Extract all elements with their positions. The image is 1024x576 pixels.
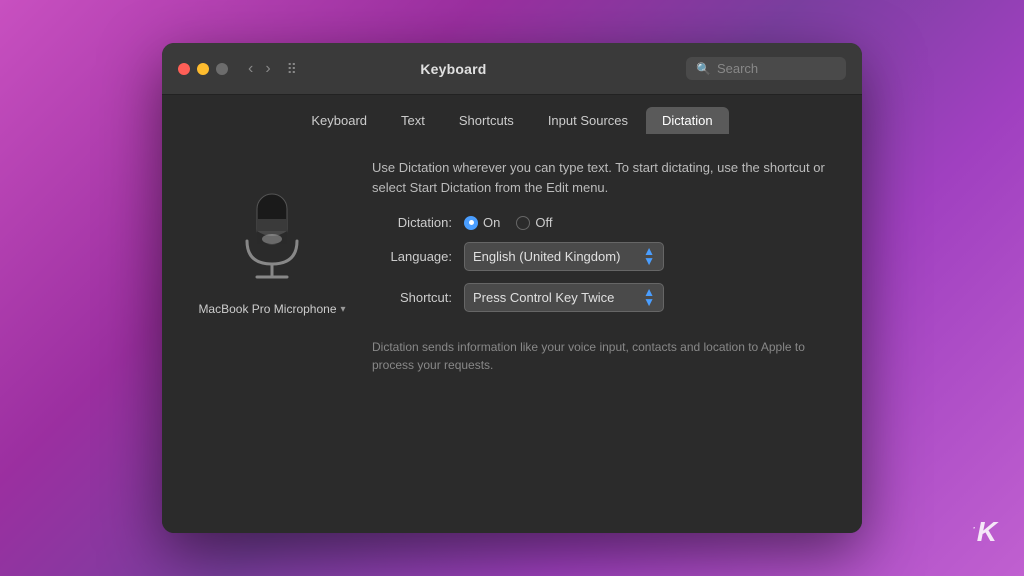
right-panel: Use Dictation wherever you can type text… (372, 154, 832, 513)
shortcut-dropdown[interactable]: Press Control Key Twice ▲ ▼ (464, 283, 664, 312)
dictation-off-option[interactable]: Off (516, 215, 552, 230)
keyboard-preferences-window: ‹ › ⠿ Keyboard 🔍 Search Keyboard Text Sh… (162, 43, 862, 533)
chevron-down-icon: ▾ (341, 304, 346, 315)
radio-on-dot (469, 220, 474, 225)
content-area: MacBook Pro Microphone ▾ Use Dictation w… (162, 134, 862, 533)
minimize-button[interactable] (197, 63, 209, 75)
language-label: Language: (372, 249, 452, 264)
tab-text[interactable]: Text (385, 107, 441, 134)
microphone-visual (227, 184, 317, 294)
shortcut-row: Shortcut: Press Control Key Twice ▲ ▼ (372, 283, 832, 312)
microphone-icon (237, 189, 307, 289)
shortcut-label: Shortcut: (372, 290, 452, 305)
settings-rows: Dictation: On Off (372, 215, 832, 312)
language-row: Language: English (United Kingdom) ▲ ▼ (372, 242, 832, 271)
dictation-row: Dictation: On Off (372, 215, 832, 230)
shortcut-dropdown-arrows-icon: ▲ ▼ (643, 288, 655, 307)
knowtechie-logo: K (972, 516, 996, 548)
language-value: English (United Kingdom) (473, 249, 620, 264)
tabs-bar: Keyboard Text Shortcuts Input Sources Di… (162, 95, 862, 134)
microphone-label[interactable]: MacBook Pro Microphone ▾ (198, 302, 345, 316)
dictation-on-option[interactable]: On (464, 215, 500, 230)
tab-shortcuts[interactable]: Shortcuts (443, 107, 530, 134)
dropdown-arrows-icon: ▲ ▼ (643, 247, 655, 266)
tab-dictation[interactable]: Dictation (646, 107, 729, 134)
dictation-on-label: On (483, 215, 500, 230)
footer-text: Dictation sends information like your vo… (372, 338, 832, 374)
tab-input-sources[interactable]: Input Sources (532, 107, 644, 134)
description-text: Use Dictation wherever you can type text… (372, 158, 832, 197)
radio-off-indicator (516, 216, 530, 230)
microphone-name: MacBook Pro Microphone (198, 302, 336, 316)
radio-on-indicator (464, 216, 478, 230)
title-bar: ‹ › ⠿ Keyboard 🔍 Search (162, 43, 862, 95)
tab-keyboard[interactable]: Keyboard (295, 107, 383, 134)
dictation-off-label: Off (535, 215, 552, 230)
language-dropdown[interactable]: English (United Kingdom) ▲ ▼ (464, 242, 664, 271)
window-title: Keyboard (221, 61, 686, 77)
left-panel: MacBook Pro Microphone ▾ (192, 154, 352, 513)
close-button[interactable] (178, 63, 190, 75)
dictation-label: Dictation: (372, 215, 452, 230)
search-input[interactable]: Search (717, 61, 758, 76)
search-icon: 🔍 (696, 62, 711, 76)
shortcut-value: Press Control Key Twice (473, 290, 614, 305)
search-bar[interactable]: 🔍 Search (686, 57, 846, 80)
dictation-radio-group: On Off (464, 215, 552, 230)
